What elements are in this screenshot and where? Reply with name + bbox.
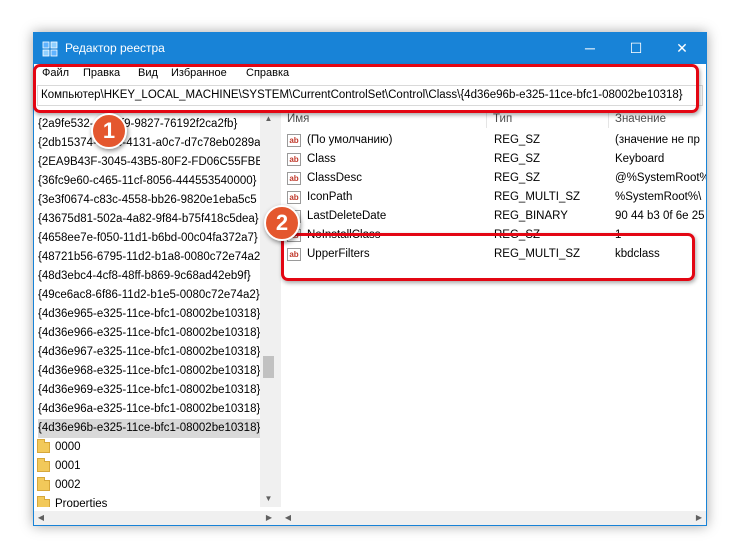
value-type: REG_SZ <box>494 153 541 165</box>
tree-item[interactable]: {4d36e969-e325-11ce-bfc1-08002be10318} <box>38 381 260 400</box>
subkey-properties[interactable]: Properties <box>34 495 254 507</box>
tree-item[interactable]: {2db15374-706e-4131-a0c7-d7c78eb0289a <box>38 134 261 153</box>
value-name: IconPath <box>307 191 353 203</box>
tree-item[interactable]: {4658ee7e-f050-11d1-b6bd-00c04fa372a7} <box>38 229 258 248</box>
value-row[interactable]: ab ClassDesc REG_SZ @%SystemRoot% <box>281 169 706 188</box>
string-value-icon: ab <box>287 153 301 166</box>
tree-item[interactable]: {48721b56-6795-11d2-b1a8-0080c72e74a2} <box>38 248 264 267</box>
string-value-icon: ab <box>287 172 301 185</box>
scroll-left-icon[interactable]: ◀ <box>281 511 295 525</box>
subkey-label: 0000 <box>55 441 81 453</box>
value-row[interactable]: ab (По умолчанию) REG_SZ (значение не пр <box>281 131 706 150</box>
tree-item-selected[interactable]: {4d36e96b-e325-11ce-bfc1-08002be10318} <box>38 419 263 438</box>
value-type: REG_MULTI_SZ <box>494 191 581 203</box>
scroll-left-icon[interactable]: ◀ <box>34 511 48 525</box>
value-name: (По умолчанию) <box>307 134 393 146</box>
regedit-app-icon <box>42 41 58 57</box>
value-row[interactable]: 01 LastDeleteDate REG_BINARY 90 44 b3 0f… <box>281 207 706 226</box>
tree-item[interactable]: {4d36e968-e325-11ce-bfc1-08002be10318} <box>38 362 260 381</box>
value-data: Keyboard <box>615 153 665 165</box>
tree-item[interactable]: {48d3ebc4-4cf8-48ff-b869-9c68ad42eb9f} <box>38 267 251 286</box>
tree-item[interactable]: {4d36e967-e325-11ce-bfc1-08002be10318} <box>38 343 260 362</box>
tree-item[interactable]: {36fc9e60-c465-11cf-8056-444553540000} <box>38 172 256 191</box>
scroll-down-icon[interactable]: ▼ <box>260 490 277 507</box>
value-type: REG_SZ <box>494 134 541 146</box>
subkey-label: Properties <box>55 498 108 507</box>
highlight-upperfilters <box>281 233 695 281</box>
value-type: REG_BINARY <box>494 210 568 222</box>
tree-item[interactable]: {3e3f0674-c83c-4558-bb26-9820e1eba5c5 <box>38 191 257 210</box>
highlight-menu-address <box>33 64 699 113</box>
subkey-0000[interactable]: 0000 <box>34 438 254 457</box>
value-row[interactable]: ab Class REG_SZ Keyboard <box>281 150 706 169</box>
scroll-thumb[interactable] <box>263 356 274 378</box>
value-data: @%SystemRoot% <box>615 172 706 184</box>
subkey-label: 0001 <box>55 460 81 472</box>
step-badge-1: 1 <box>91 113 127 149</box>
tree-item[interactable]: {43675d81-502a-4a82-9f84-b75f418c5dea} <box>38 210 259 229</box>
string-value-icon: ab <box>287 134 301 147</box>
folder-icon <box>37 477 50 491</box>
value-name: ClassDesc <box>307 172 362 184</box>
tree-item[interactable]: {4d36e966-e325-11ce-bfc1-08002be10318} <box>38 324 260 343</box>
title-bar: Редактор реестра ─ ☐ ✕ <box>34 33 706 64</box>
tree-item[interactable]: {2EA9B43F-3045-43B5-80F2-FD06C55FBB90 <box>38 153 276 172</box>
key-tree: {2e08e99a-…-95e5-0010dc4090a9} {2a9fe532… <box>34 110 276 507</box>
screenshot-stage: Редактор реестра ─ ☐ ✕ Файл Правка Вид И… <box>0 0 741 560</box>
string-value-icon: ab <box>287 191 301 204</box>
folder-icon <box>37 496 50 507</box>
subkey-0001[interactable]: 0001 <box>34 457 254 476</box>
value-data: 90 44 b3 0f 6e 25 <box>615 210 705 222</box>
tree-item[interactable]: {49ce6ac8-6f86-11d2-b1e5-0080c72e74a2} <box>38 286 260 305</box>
minimize-button[interactable]: ─ <box>567 33 613 64</box>
value-data: (значение не пр <box>615 134 700 146</box>
tree-vertical-scrollbar[interactable]: ▲ ▼ <box>260 110 277 507</box>
subkey-label: 0002 <box>55 479 81 491</box>
value-row[interactable]: ab IconPath REG_MULTI_SZ %SystemRoot%\ <box>281 188 706 207</box>
tree-item[interactable]: {2a9fe532-…-11f9-9827-76192f2ca2fb} <box>38 115 237 134</box>
value-name: Class <box>307 153 336 165</box>
value-name: LastDeleteDate <box>307 210 387 222</box>
subkey-0002[interactable]: 0002 <box>34 476 254 495</box>
maximize-button[interactable]: ☐ <box>613 33 659 64</box>
horizontal-scrollbar[interactable]: ◀ ▶ ◀ ▶ <box>34 511 706 525</box>
window-title: Редактор реестра <box>65 41 165 55</box>
close-button[interactable]: ✕ <box>659 33 705 64</box>
folder-icon <box>37 458 50 472</box>
folder-icon <box>37 439 50 453</box>
step-badge-2: 2 <box>264 205 300 241</box>
scroll-right-icon[interactable]: ▶ <box>262 511 276 525</box>
scroll-right-icon[interactable]: ▶ <box>692 511 706 525</box>
tree-item[interactable]: {4d36e96a-e325-11ce-bfc1-08002be10318} <box>38 400 260 419</box>
value-data: %SystemRoot%\ <box>615 191 702 203</box>
value-type: REG_SZ <box>494 172 541 184</box>
tree-item[interactable]: {4d36e965-e325-11ce-bfc1-08002be10318} <box>38 305 260 324</box>
values-list: Имя Тип Значение ab (По умолчанию) REG_S… <box>281 110 706 507</box>
